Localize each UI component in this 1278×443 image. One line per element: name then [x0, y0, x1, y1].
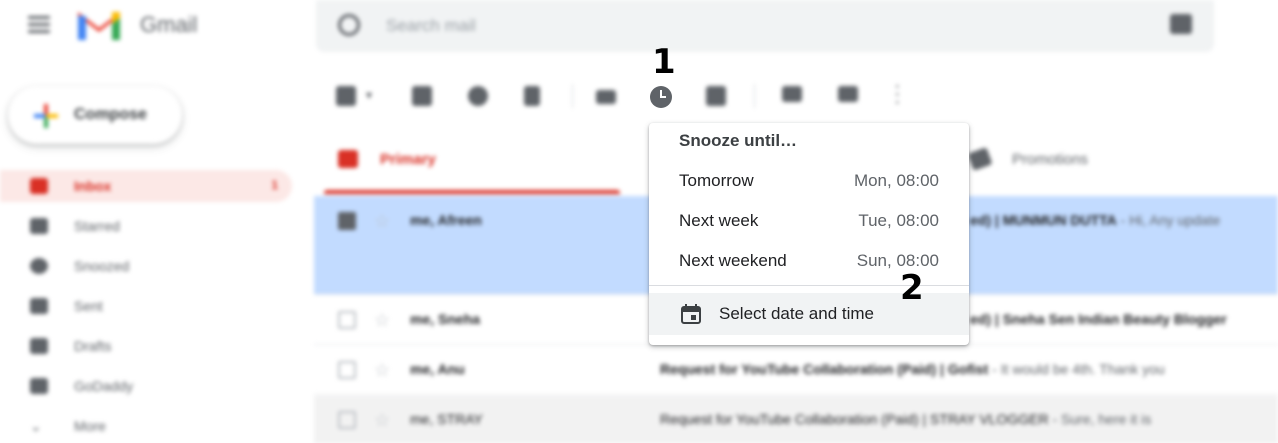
main-menu-icon[interactable]	[28, 12, 50, 37]
snooze-option-label: Next weekend	[679, 251, 787, 270]
toolbar-divider	[754, 84, 755, 108]
email-sender: me, Afreen	[410, 212, 482, 228]
snooze-option-tomorrow[interactable]: Tomorrow Mon, 08:00	[649, 163, 969, 203]
sidebar-item-inbox[interactable]: Inbox 1	[0, 170, 292, 202]
snooze-option-time: Sun, 08:00	[856, 251, 939, 270]
row-checkbox[interactable]	[338, 212, 356, 230]
snooze-option-next-week[interactable]: Next week Tue, 08:00	[649, 203, 969, 243]
email-sender: me, STRAY	[410, 411, 483, 427]
app-name: Gmail	[140, 12, 198, 37]
sidebar-item-label: Drafts	[74, 338, 112, 354]
sidebar-item-label: Inbox	[74, 178, 112, 194]
sidebar-item-snoozed[interactable]: Snoozed	[0, 250, 292, 282]
email-row[interactable]: ☆ me, Anu Request for YouTube Collaborat…	[314, 346, 1278, 395]
star-icon[interactable]: ☆	[374, 212, 390, 230]
email-subject: ed) | Sneha Sen Indian Beauty Blogger	[970, 311, 1227, 327]
compose-button[interactable]: Compose	[8, 86, 182, 144]
email-subject: Request for YouTube Collaboration (Paid)…	[660, 361, 1165, 377]
sidebar-item-godaddy[interactable]: GoDaddy	[0, 370, 292, 402]
inbox-tab-icon	[338, 150, 358, 168]
tab-promotions[interactable]: Promotions	[1012, 151, 1088, 168]
chevron-down-icon: ⌄	[30, 418, 42, 434]
compose-label: Compose	[74, 106, 147, 123]
move-to-icon[interactable]	[782, 86, 802, 102]
email-subject: ed) | MUNMUN DUTTA - Hi, Any update	[970, 212, 1221, 228]
mark-unread-icon[interactable]	[596, 90, 616, 104]
more-options-icon[interactable]: · · ·	[894, 76, 901, 112]
archive-icon[interactable]	[412, 86, 432, 106]
star-icon[interactable]: ☆	[374, 311, 390, 329]
delete-icon[interactable]	[524, 86, 540, 106]
tag-icon	[967, 147, 993, 171]
email-sender: me, Anu	[410, 361, 465, 377]
email-sender: me, Sneha	[410, 311, 481, 327]
sidebar-item-label: More	[74, 418, 106, 434]
star-icon[interactable]: ☆	[374, 411, 390, 429]
gmail-background: Gmail Search mail Compose Inbox 1 Starre…	[0, 0, 1278, 443]
select-all-checkbox[interactable]	[336, 86, 356, 106]
filter-options-icon[interactable]	[1170, 14, 1192, 34]
sidebar-item-drafts[interactable]: Drafts	[0, 330, 292, 362]
draft-icon	[30, 338, 48, 354]
snooze-clock-icon[interactable]	[650, 86, 672, 108]
gmail-logo[interactable]	[76, 6, 122, 42]
step-annotation-1: 1	[652, 42, 676, 82]
star-icon	[30, 218, 48, 234]
snooze-option-label: Next week	[679, 211, 759, 230]
step-annotation-2: 2	[900, 268, 924, 308]
sidebar-item-starred[interactable]: Starred	[0, 210, 292, 242]
snooze-option-label: Tomorrow	[679, 171, 754, 190]
tab-primary[interactable]: Primary	[380, 151, 436, 168]
label-as-icon[interactable]	[838, 86, 858, 102]
snooze-menu-header: Snooze until…	[679, 131, 798, 150]
row-checkbox[interactable]	[338, 361, 356, 379]
report-spam-icon[interactable]	[468, 86, 488, 106]
sidebar-item-label: Snoozed	[74, 258, 130, 274]
snooze-option-time: Tue, 08:00	[858, 211, 939, 230]
sidebar-item-label: GoDaddy	[74, 378, 134, 394]
label-icon	[30, 378, 48, 394]
clock-icon	[30, 258, 48, 274]
inbox-icon	[30, 178, 48, 194]
email-row[interactable]: ☆ me, STRAY Request for YouTube Collabor…	[314, 396, 1278, 443]
sidebar-item-label: Starred	[74, 218, 120, 234]
row-checkbox[interactable]	[338, 311, 356, 329]
select-dropdown-icon[interactable]: ▾	[366, 88, 372, 102]
search-input[interactable]: Search mail	[386, 16, 476, 36]
email-subject: Request for YouTube Collaboration (Paid)…	[660, 411, 1152, 427]
toolbar-divider	[572, 84, 573, 108]
send-icon	[30, 298, 48, 314]
snooze-menu: Snooze until… Tomorrow Mon, 08:00 Next w…	[649, 123, 969, 345]
sidebar-item-more[interactable]: ⌄ More	[0, 410, 292, 442]
unread-count: 1	[271, 178, 278, 192]
sidebar-item-sent[interactable]: Sent	[0, 290, 292, 322]
add-to-tasks-icon[interactable]	[706, 86, 726, 106]
compose-plus-icon	[34, 104, 58, 128]
star-icon[interactable]: ☆	[374, 361, 390, 379]
search-icon[interactable]	[338, 14, 360, 36]
select-date-time-label: Select date and time	[719, 304, 874, 323]
sidebar-item-label: Sent	[74, 298, 103, 314]
active-tab-indicator	[324, 190, 620, 194]
calendar-icon	[681, 304, 701, 324]
snooze-option-time: Mon, 08:00	[853, 171, 939, 190]
row-checkbox[interactable]	[338, 411, 356, 429]
